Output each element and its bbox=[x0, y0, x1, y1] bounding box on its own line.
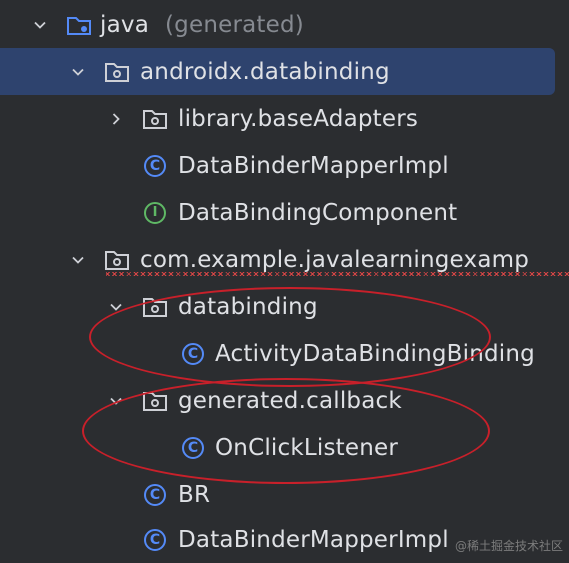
tree-row-label: library.baseAdapters bbox=[178, 105, 419, 132]
package-icon bbox=[104, 247, 130, 273]
chevron-down-icon[interactable] bbox=[28, 13, 52, 37]
project-tree: java (generated) androidx.databinding li… bbox=[0, 0, 569, 558]
chevron-down-icon[interactable] bbox=[104, 295, 128, 319]
tree-row-label: BR bbox=[178, 481, 211, 508]
source-folder-icon bbox=[66, 12, 92, 38]
tree-row-activitydatabindingbinding[interactable]: C ActivityDataBindingBinding bbox=[0, 330, 569, 377]
class-icon: C bbox=[142, 482, 168, 508]
tree-row-label: ActivityDataBindingBinding bbox=[215, 340, 535, 367]
class-icon: C bbox=[180, 341, 206, 367]
package-icon bbox=[142, 388, 168, 414]
tree-row-generated-callback[interactable]: generated.callback bbox=[0, 377, 569, 424]
package-icon bbox=[142, 106, 168, 132]
tree-row-label: com.example.javalearningexamp bbox=[140, 246, 530, 273]
class-icon: C bbox=[142, 527, 168, 553]
tree-row-br[interactable]: C BR bbox=[0, 471, 569, 518]
tree-row-library-baseadapters[interactable]: library.baseAdapters bbox=[0, 95, 569, 142]
watermark: @稀土掘金技术社区 bbox=[454, 539, 563, 553]
tree-row-label: DataBinderMapperImpl bbox=[178, 526, 449, 553]
tree-row-databinding[interactable]: databinding bbox=[0, 283, 569, 330]
generated-suffix: (generated) bbox=[165, 11, 304, 38]
class-icon: C bbox=[142, 153, 168, 179]
tree-row-label: generated.callback bbox=[178, 387, 402, 414]
chevron-down-icon[interactable] bbox=[66, 248, 90, 272]
tree-row-label: java bbox=[100, 11, 149, 38]
tree-row-java[interactable]: java (generated) bbox=[0, 1, 569, 48]
tree-row-label: DataBindingComponent bbox=[178, 199, 458, 226]
class-icon: C bbox=[180, 435, 206, 461]
tree-row-label: OnClickListener bbox=[215, 434, 399, 461]
chevron-down-icon[interactable] bbox=[104, 389, 128, 413]
tree-row-databindingcomponent[interactable]: I DataBindingComponent bbox=[0, 189, 569, 236]
tree-row-com-example[interactable]: com.example.javalearningexamp bbox=[0, 236, 569, 283]
tree-row-databindermapperimpl[interactable]: C DataBinderMapperImpl bbox=[0, 142, 569, 189]
error-underline bbox=[106, 272, 569, 276]
tree-row-label: DataBinderMapperImpl bbox=[178, 152, 449, 179]
package-icon bbox=[142, 294, 168, 320]
chevron-right-icon[interactable] bbox=[104, 107, 128, 131]
tree-row-onclicklistener[interactable]: C OnClickListener bbox=[0, 424, 569, 471]
tree-row-label: databinding bbox=[178, 293, 318, 320]
tree-row-androidx-databinding[interactable]: androidx.databinding bbox=[0, 48, 555, 95]
interface-icon: I bbox=[142, 200, 168, 226]
package-icon bbox=[104, 59, 130, 85]
chevron-down-icon[interactable] bbox=[66, 60, 90, 84]
tree-row-label: androidx.databinding bbox=[140, 58, 390, 85]
